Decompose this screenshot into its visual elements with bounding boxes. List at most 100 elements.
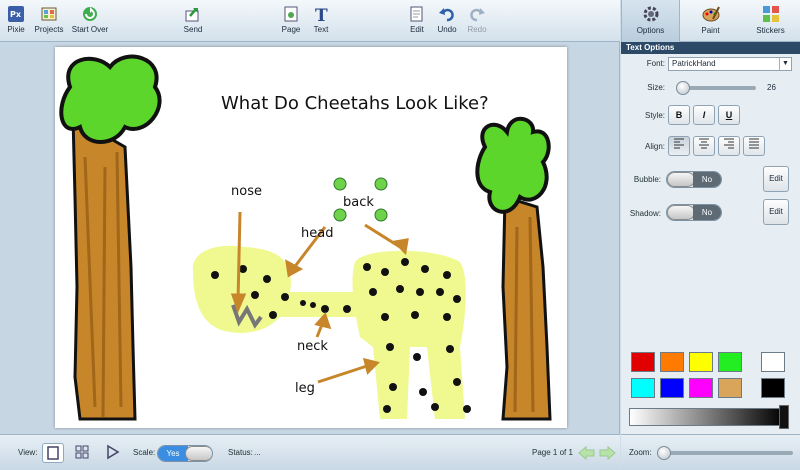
align-justify-button[interactable] [743,136,765,156]
send-icon [185,8,199,22]
color-swatch-yellow[interactable] [689,352,713,372]
label-leg[interactable]: leg [295,381,315,396]
scale-label: Scale: [133,448,156,457]
svg-text:Px: Px [10,10,22,19]
view-grid-button[interactable] [72,443,94,463]
label-back[interactable]: back [343,195,374,210]
label-nose[interactable]: nose [231,184,262,199]
previous-page-arrow-icon[interactable] [578,445,596,461]
bottom-bar: View: Scale: Yes Status: ... Page 1 of 1 [0,434,620,470]
bold-button[interactable]: B [668,105,690,125]
start-over-button[interactable]: Start Over [70,3,110,40]
projects-label: Projects [34,25,64,34]
shade-gradient-handle[interactable] [779,405,789,429]
align-center-button[interactable] [693,136,715,156]
redo-button[interactable]: Redo [464,3,490,40]
left-tree-drawing [59,54,162,421]
shadow-toggle[interactable]: No [666,204,722,221]
align-left-icon [674,138,684,149]
shadow-label: Shadow: [629,209,661,218]
page-heading[interactable]: What Do Cheetahs Look Like? [221,93,489,114]
toggle-knob [667,205,695,220]
pixie-logo-icon: Px [8,6,24,22]
color-swatch-black[interactable] [761,378,785,398]
size-label: Size: [647,83,665,92]
color-swatch-white[interactable] [761,352,785,372]
shadow-edit-button[interactable]: Edit [763,199,789,225]
redo-icon [470,8,485,22]
size-slider-knob[interactable] [676,81,690,95]
paint-palette-icon [702,6,720,22]
zoom-label: Zoom: [629,448,652,457]
bubble-edit-button[interactable]: Edit [763,166,789,192]
redo-label: Redo [467,25,487,34]
right-tree-drawing [475,116,552,421]
single-page-icon [47,446,59,460]
panel-tabs: Options Paint Stickers [621,0,800,42]
page-button[interactable]: Page [278,3,304,40]
page-icon [284,6,298,22]
start-over-icon [83,7,97,21]
color-swatch-tan[interactable] [718,378,742,398]
label-head[interactable]: head [301,226,333,241]
text-options-panel: Text Options Font: PatrickHand ▼ Size: 2… [621,42,800,434]
edit-label: Edit [410,25,424,34]
bubble-toggle[interactable]: No [666,171,722,188]
italic-button[interactable]: I [693,105,715,125]
color-swatch-cyan[interactable] [631,378,655,398]
tab-options-label: Options [636,26,665,35]
text-options-title: Text Options [621,42,800,54]
next-page-arrow-icon[interactable] [598,445,616,461]
style-label: Style: [644,111,665,120]
pixie-button[interactable]: Px Pixie [3,3,29,40]
align-label: Align: [644,142,665,151]
tab-options[interactable]: Options [621,0,680,42]
color-swatch-red[interactable] [631,352,655,372]
label-neck[interactable]: neck [297,339,328,354]
view-label: View: [18,448,38,457]
chevron-down-icon: ▼ [779,58,791,70]
status-value: ... [254,448,261,457]
align-justify-icon [749,138,759,149]
undo-icon [439,8,454,22]
zoom-bar: Zoom: [621,434,800,470]
tab-stickers-label: Stickers [756,26,785,35]
text-label: Text [313,25,329,34]
projects-icon [41,7,57,21]
color-swatch-orange[interactable] [660,352,684,372]
undo-label: Undo [437,25,457,34]
svg-text:T: T [315,6,328,23]
shade-gradient-bar[interactable] [629,408,784,426]
page-label: Page [281,25,301,34]
align-right-button[interactable] [718,136,740,156]
scale-value: Yes [158,446,188,461]
color-swatch-magenta[interactable] [689,378,713,398]
projects-button[interactable]: Projects [33,3,65,40]
gear-icon [643,6,658,22]
color-swatch-green[interactable] [718,352,742,372]
view-play-button[interactable] [102,443,124,463]
font-select[interactable]: PatrickHand ▼ [668,57,792,71]
edit-button[interactable]: Edit [404,3,430,40]
size-value: 26 [767,83,776,92]
zoom-slider-knob[interactable] [657,446,671,460]
stickers-icon [762,6,779,22]
font-value: PatrickHand [672,59,716,68]
pixie-label: Pixie [7,25,25,34]
color-swatch-blue[interactable] [660,378,684,398]
send-button[interactable]: Send [180,3,206,40]
main-toolbar: Px Pixie Projects Start Over Send Page T… [0,0,620,42]
zoom-slider-track[interactable] [659,451,793,455]
font-label: Font: [646,59,665,68]
toggle-knob [667,172,695,187]
scale-toggle[interactable]: Yes [157,445,213,462]
tab-stickers[interactable]: Stickers [741,0,800,42]
text-button[interactable]: T Text [308,3,334,40]
text-tool-icon: T [315,6,328,23]
underline-button[interactable]: U [718,105,740,125]
align-left-button[interactable] [668,136,690,156]
drawing-page[interactable]: What Do Cheetahs Look Like? nose back he… [55,47,567,428]
tab-paint[interactable]: Paint [681,0,740,42]
view-single-button[interactable] [42,443,64,463]
undo-button[interactable]: Undo [434,3,460,40]
